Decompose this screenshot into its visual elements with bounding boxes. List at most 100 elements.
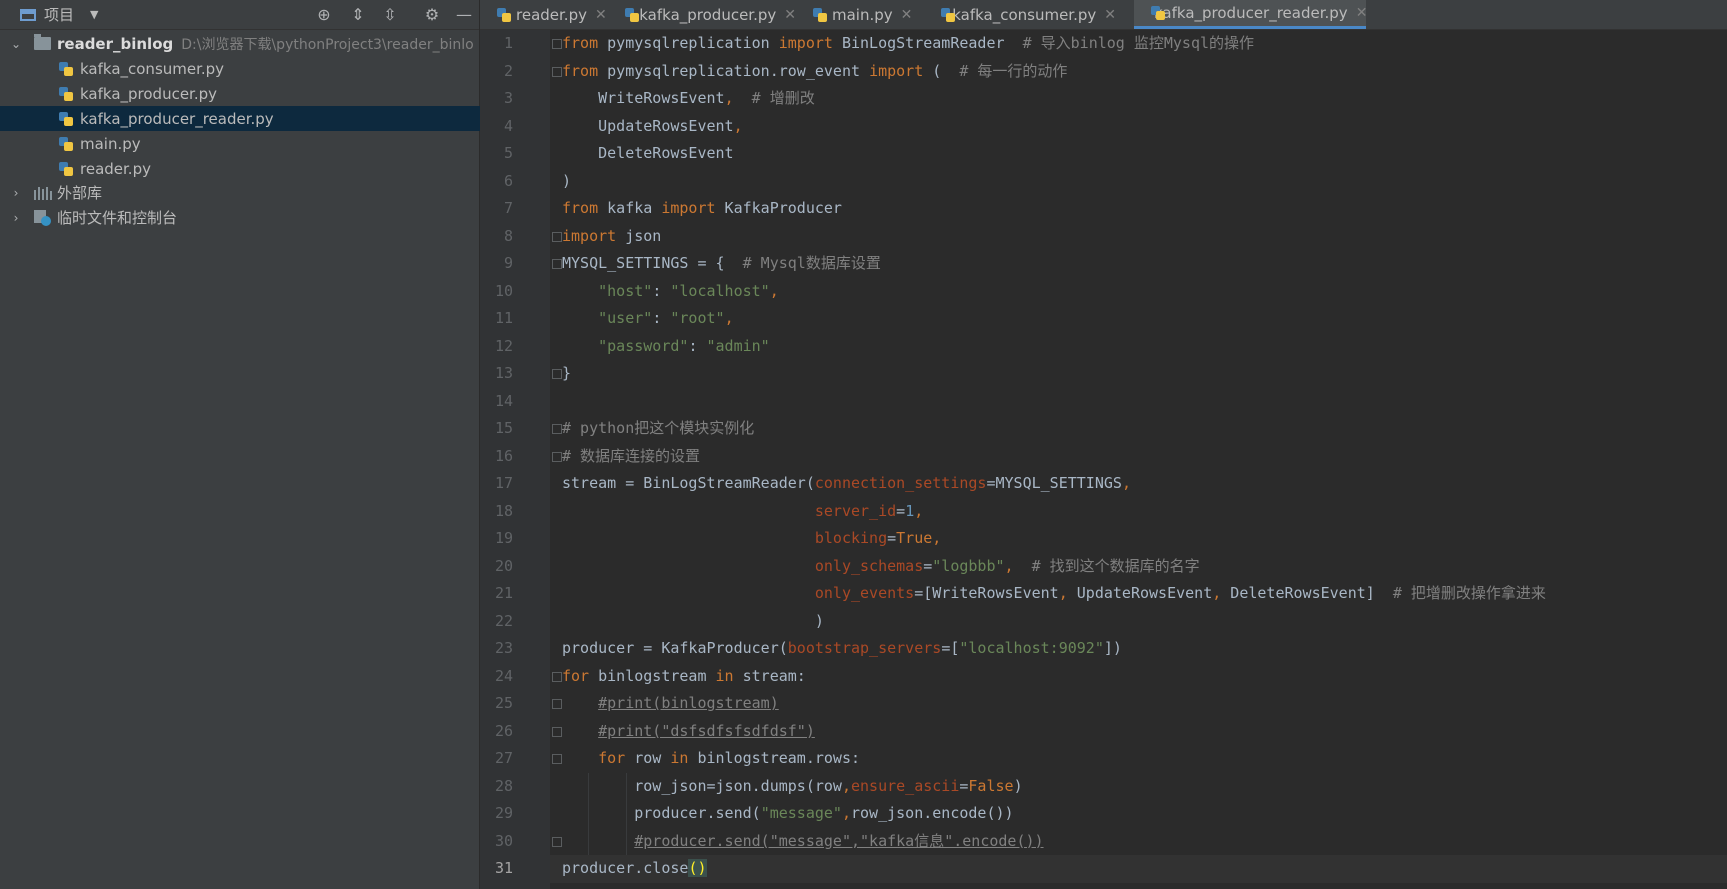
code-line[interactable]: for binlogstream in stream: (562, 663, 806, 691)
locate-icon[interactable]: ⊕ (314, 4, 334, 24)
code-line[interactable]: WriteRowsEvent, # 增删改 (562, 85, 815, 113)
code-token: # 数据库连接的设置 (562, 446, 701, 465)
code-line[interactable]: #print(binlogstream) (562, 690, 779, 718)
code-line[interactable]: producer = KafkaProducer(bootstrap_serve… (562, 635, 1122, 663)
tab-kafka-producer-reader[interactable]: kafka_producer_reader.py ✕ (1134, 0, 1368, 29)
code-token: "admin" (706, 336, 770, 355)
code-line[interactable]: "password": "admin" (562, 333, 770, 361)
code-token: DeleteRowsEvent] (1221, 584, 1393, 602)
code-line[interactable]: ) (562, 608, 824, 636)
code-line[interactable]: for row in binlogstream.rows: (562, 745, 860, 773)
close-icon[interactable]: ✕ (1104, 7, 1116, 23)
tree-file[interactable]: main.py (0, 131, 480, 156)
code-line[interactable]: row_json=json.dumps(row,ensure_ascii=Fal… (562, 773, 1022, 801)
code-line[interactable]: ) (562, 168, 571, 196)
tree-scratches[interactable]: › 临时文件和控制台 (0, 205, 480, 230)
code-line[interactable]: blocking=True, (562, 525, 941, 553)
code-line[interactable]: DeleteRowsEvent (562, 140, 733, 168)
fold-marker-icon[interactable] (552, 451, 562, 462)
tree-root-folder[interactable]: ⌄ reader_binlog D:\浏览器下载\pythonProject3\… (0, 31, 480, 56)
fold-marker-icon[interactable] (552, 836, 562, 847)
collapse-all-icon[interactable]: ⇳ (380, 4, 400, 24)
tree-file[interactable]: kafka_producer.py (0, 81, 480, 106)
fold-marker-icon[interactable] (552, 424, 562, 434)
fold-marker-icon[interactable] (552, 231, 562, 242)
project-panel-header: 项目 ▼ ⊕ ⇕ ⇳ ⚙ — (0, 0, 479, 30)
code-line[interactable]: #producer.send("message","kafka信息".encod… (562, 828, 1043, 856)
tree-external-libraries[interactable]: › 外部库 (0, 180, 480, 205)
code-line[interactable]: UpdateRowsEvent, (562, 113, 743, 141)
tree-file-selected[interactable]: kafka_producer_reader.py (0, 106, 480, 131)
code-editor[interactable]: 1 2 3 4 5 6 7 8 9 10 11 12 13 14 15 16 17 18 19 20 21 22 23 24 2… (480, 30, 1727, 889)
code-token: = (923, 556, 933, 575)
code-line[interactable]: stream = BinLogStreamReader(connection_s… (562, 470, 1131, 498)
code-line[interactable]: MYSQL_SETTINGS = { # Mysql数据库设置 (562, 250, 881, 278)
code-line[interactable]: from kafka import KafkaProducer (562, 195, 842, 223)
fold-marker-icon[interactable] (552, 699, 562, 709)
chevron-down-icon[interactable]: ▼ (90, 8, 98, 21)
tab-kafka-producer[interactable]: kafka_producer.py ✕ (608, 0, 796, 29)
tree-file[interactable]: kafka_consumer.py (0, 56, 480, 81)
line-number: 11 (494, 309, 513, 327)
code-line[interactable]: # 数据库连接的设置 (562, 443, 700, 471)
code-line[interactable]: "user": "root", (562, 305, 733, 333)
file-name: main.py (80, 134, 141, 153)
close-icon[interactable]: ✕ (595, 7, 607, 23)
fold-marker-icon[interactable] (552, 726, 562, 737)
python-file-icon (58, 61, 74, 77)
tab-main[interactable]: main.py ✕ (796, 0, 924, 29)
chevron-down-icon[interactable]: ⌄ (8, 37, 24, 51)
tab-reader[interactable]: reader.py ✕ (480, 0, 608, 29)
close-icon[interactable]: ✕ (901, 7, 913, 23)
python-file-icon (58, 111, 74, 127)
code-line[interactable]: producer.send("message",row_json.encode(… (562, 800, 1013, 828)
fold-marker-icon[interactable] (552, 259, 562, 269)
chevron-right-icon[interactable]: › (8, 186, 24, 200)
code-line[interactable]: #print("dsfsdfsfsdfdsf") (562, 718, 815, 746)
file-name: kafka_producer_reader.py (80, 109, 274, 128)
close-icon[interactable]: ✕ (784, 7, 796, 23)
line-number: 15 (494, 419, 513, 437)
close-icon[interactable]: ✕ (1356, 5, 1368, 21)
code-token: from (562, 61, 599, 80)
code-line[interactable]: only_schemas="logbbb", # 找到这个数据库的名字 (562, 553, 1200, 581)
fold-marker-icon[interactable] (552, 369, 562, 379)
code-line[interactable]: only_events=[WriteRowsEvent, UpdateRowsE… (562, 580, 1546, 608)
code-line[interactable]: producer.close() (562, 855, 707, 883)
project-panel-title[interactable]: 项目 (44, 4, 74, 25)
file-name: reader.py (80, 159, 151, 178)
code-token: "message" (760, 804, 842, 822)
fold-marker-icon[interactable] (552, 66, 562, 77)
tree-file[interactable]: reader.py (0, 156, 480, 181)
code-token: , (769, 281, 779, 300)
code-line[interactable]: server_id=1, (562, 498, 923, 526)
code-line[interactable]: from pymysqlreplication import BinLogStr… (562, 30, 1254, 58)
code-line[interactable]: "host": "localhost", (562, 278, 779, 306)
code-token: False (968, 776, 1014, 795)
code-token: import (661, 199, 716, 217)
line-number: 23 (494, 639, 513, 657)
code-line[interactable]: import json (562, 223, 661, 251)
python-file-icon (624, 7, 639, 23)
code-line[interactable]: # python把这个模块实例化 (562, 415, 754, 443)
fold-marker-icon[interactable] (552, 39, 562, 49)
code-token: stream = BinLogStreamReader( (562, 474, 815, 492)
chevron-right-icon[interactable]: › (8, 211, 24, 225)
line-number: 6 (503, 171, 513, 190)
code-token: , (1058, 584, 1068, 602)
fold-marker-icon[interactable] (552, 671, 562, 682)
expand-all-icon[interactable]: ⇕ (348, 4, 368, 24)
code-line[interactable]: from pymysqlreplication.row_event import… (562, 58, 1067, 86)
code-token: pymysqlreplication.row_event (598, 61, 870, 80)
gear-icon[interactable]: ⚙ (422, 4, 442, 24)
code-token: json (616, 226, 662, 245)
code-token: KafkaProducer (715, 199, 842, 217)
minimize-icon[interactable]: — (454, 4, 474, 24)
code-line[interactable]: } (562, 360, 571, 388)
fold-marker-icon[interactable] (552, 754, 562, 764)
tab-kafka-consumer[interactable]: kafka_consumer.py ✕ (924, 0, 1116, 29)
